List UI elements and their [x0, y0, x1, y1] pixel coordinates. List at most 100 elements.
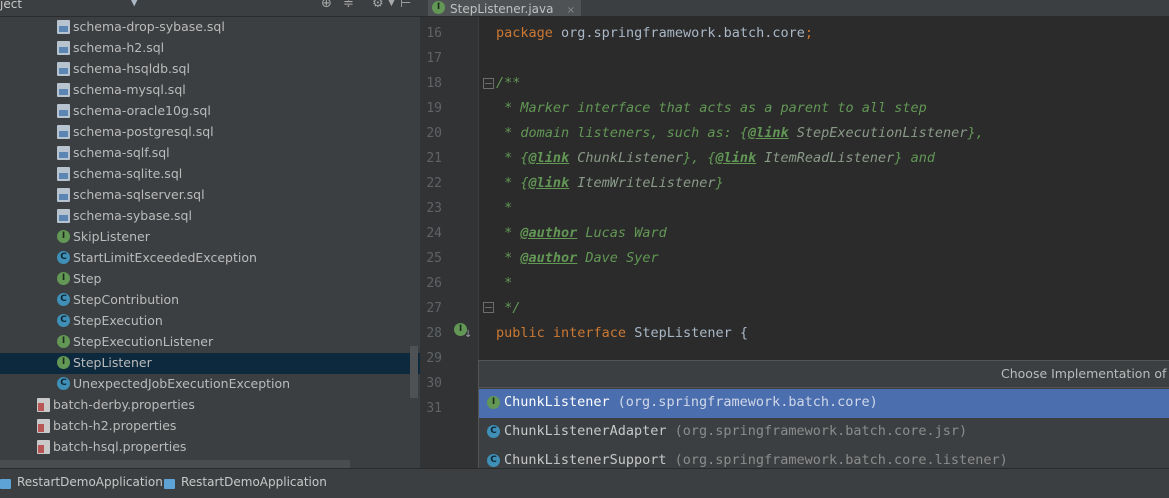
tree-item[interactable]: I StepExecutionListener	[0, 332, 420, 353]
tree-item[interactable]: I SkipListener	[0, 227, 420, 248]
tree-item[interactable]: I StepListener	[0, 353, 420, 374]
run-tab-label: RestartDemoApplication	[181, 475, 327, 489]
tree-item[interactable]: schema-drop-sybase.sql	[0, 17, 420, 38]
properties-file-icon	[37, 419, 50, 433]
line-number: 26	[426, 276, 442, 291]
tree-item[interactable]: schema-hsqldb.sql	[0, 59, 420, 80]
tree-item[interactable]: batch-hsql.properties	[0, 437, 420, 458]
gear-dropdown-icon[interactable]: ▼	[388, 0, 395, 8]
tree-item-label: schema-postgresql.sql	[73, 124, 214, 139]
tree-item[interactable]: schema-oracle10g.sql	[0, 101, 420, 122]
code-token: StepListener {	[634, 325, 748, 341]
project-horizontal-scrollbar[interactable]	[0, 460, 350, 468]
tree-item-label: schema-sybase.sql	[73, 208, 192, 223]
tree-item[interactable]: C UnexpectedJobExecutionException	[0, 374, 420, 395]
implementation-item[interactable]: C ChunkListenerAdapter (org.springframewor…	[479, 418, 1169, 447]
code-line[interactable]: public interface StepListener {	[496, 325, 748, 341]
class-icon: C	[57, 377, 70, 390]
tree-item[interactable]: C StartLimitExceededException	[0, 248, 420, 269]
implementation-class: ChunkListenerSupport	[504, 452, 667, 468]
code-line[interactable]: * {@link ChunkListener}, {@link ItemRead…	[496, 150, 935, 166]
implementation-name: ChunkListenerSupport (org.springframework…	[504, 452, 1008, 468]
line-number: 25	[426, 251, 442, 266]
ide-window: ject ▼ ⊕ ≑ ⚙ ▼ ⊢ schema-drop-sybase.sql s…	[0, 0, 1169, 498]
line-number: 28	[426, 326, 442, 341]
tree-item[interactable]: I Step	[0, 269, 420, 290]
collapse-icon[interactable]: ≑	[343, 0, 354, 11]
tree-item[interactable]: batch-derby.properties	[0, 395, 420, 416]
code-line[interactable]: * domain listeners, such as: {@link Step…	[496, 125, 984, 141]
implementation-item[interactable]: I ChunkListener (org.springframework.batch…	[479, 389, 1169, 418]
code-line[interactable]: * @author Lucas Ward	[496, 225, 667, 241]
code-token: *	[496, 225, 521, 241]
interface-icon: I	[57, 272, 70, 285]
code-line[interactable]: *	[496, 200, 512, 216]
code-line[interactable]: /**	[496, 75, 520, 91]
tree-item[interactable]: schema-mysql.sql	[0, 80, 420, 101]
tree-item[interactable]: batch-h2.properties	[0, 416, 420, 437]
class-icon: C	[487, 454, 500, 467]
code-token: @author	[520, 225, 578, 241]
tree-item[interactable]: schema-sybase.sql	[0, 206, 420, 227]
code-token: ItemWriteListener	[569, 175, 716, 191]
fold-marker-icon[interactable]	[483, 302, 494, 313]
code-token: interface	[552, 325, 635, 341]
class-icon: C	[487, 425, 500, 438]
line-number: 19	[426, 101, 442, 116]
code-line[interactable]: * Marker interface that acts as a parent…	[496, 100, 927, 116]
code-line[interactable]: package org.springframework.batch.core;	[496, 25, 813, 41]
line-number: 18	[426, 76, 442, 91]
code-token: },	[967, 125, 984, 141]
tree-item[interactable]: schema-postgresql.sql	[0, 122, 420, 143]
project-vertical-scrollbar[interactable]	[410, 346, 418, 398]
code-token: *	[496, 250, 521, 266]
code-token: Lucas Ward	[577, 225, 667, 241]
code-line[interactable]: */	[496, 300, 520, 316]
tab-steplistener-java[interactable]: I StepListener.java ×	[428, 0, 581, 16]
tree-item-label: StepExecutionListener	[73, 334, 214, 349]
sql-file-icon	[57, 209, 70, 223]
interface-icon: I	[487, 396, 500, 409]
line-number: 17	[426, 51, 442, 66]
properties-file-icon	[37, 440, 50, 454]
code-token: },	[682, 150, 708, 166]
gear-icon[interactable]: ⚙	[372, 0, 384, 11]
tree-item[interactable]: schema-sqlite.sql	[0, 164, 420, 185]
properties-file-icon	[37, 398, 50, 412]
code-line[interactable]: * @author Dave Syer	[496, 250, 659, 266]
tree-item[interactable]: schema-sqlf.sql	[0, 143, 420, 164]
sql-file-icon	[57, 104, 70, 118]
triangle-down-icon[interactable]: ▼	[130, 0, 138, 8]
fold-marker-icon[interactable]	[483, 78, 494, 89]
code-line[interactable]: *	[496, 275, 512, 291]
line-number: 29	[426, 351, 442, 366]
tree-item-label: schema-mysql.sql	[73, 82, 186, 97]
run-tab-restartdemoapplication-1[interactable]: RestartDemoApplication	[0, 475, 163, 495]
tree-item[interactable]: schema-h2.sql	[0, 38, 420, 59]
tree-item[interactable]: schema-sqlserver.sql	[0, 185, 420, 206]
tree-item-label: StepExecution	[73, 313, 163, 328]
tree-item-label: schema-h2.sql	[73, 40, 165, 55]
tree-item[interactable]: C StepContribution	[0, 290, 420, 311]
sql-file-icon	[57, 167, 70, 181]
close-icon[interactable]: ×	[567, 5, 575, 16]
interface-icon: I	[57, 356, 70, 369]
line-number: 20	[426, 126, 442, 141]
tree-item[interactable]: C StepExecution	[0, 311, 420, 332]
implementation-package: (org.springframework.batch.core.listener…	[674, 452, 1008, 468]
code-token: @link	[747, 125, 789, 141]
code-token: * Marker interface that acts as a parent…	[496, 100, 927, 116]
run-tool-bar: RestartDemoApplication RestartDemoApplic…	[0, 468, 1169, 498]
pin-icon[interactable]: ⊢	[400, 0, 411, 11]
code-token: Dave Syer	[577, 250, 659, 266]
code-token: *	[496, 150, 521, 166]
implementation-package: (org.springframework.batch.core.jsr)	[674, 423, 968, 439]
code-line[interactable]: * {@link ItemWriteListener}	[496, 175, 724, 191]
code-token: public	[496, 325, 553, 341]
interface-icon: I	[57, 335, 70, 348]
code-token: *	[496, 275, 513, 291]
class-icon: C	[57, 314, 70, 327]
target-icon[interactable]: ⊕	[321, 0, 332, 11]
project-panel-title: ject	[0, 0, 23, 11]
run-tab-restartdemoapplication-2[interactable]: RestartDemoApplication	[164, 475, 327, 495]
